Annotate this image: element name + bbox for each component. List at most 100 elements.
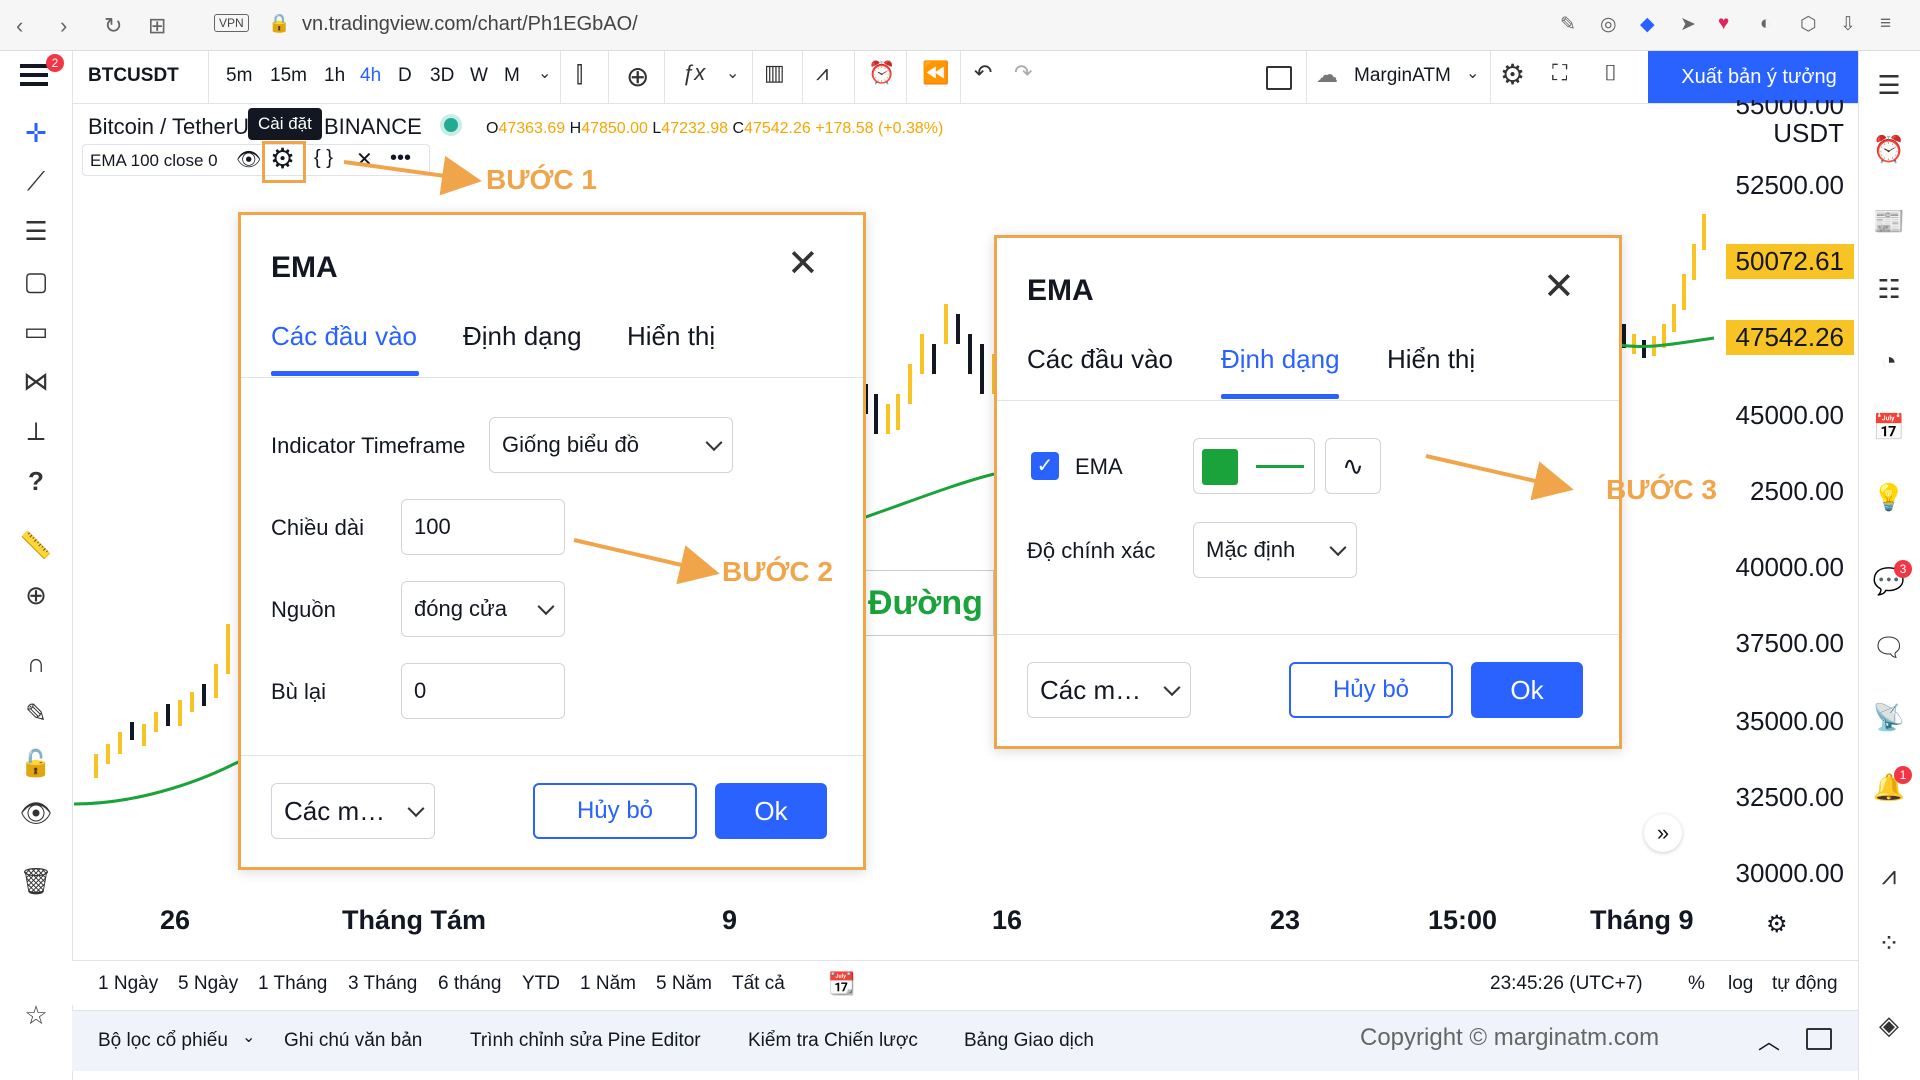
- source-select[interactable]: đóng cửa: [401, 581, 565, 637]
- chevron-down-icon[interactable]: ⌄: [242, 1027, 255, 1047]
- range-1d[interactable]: 1 Ngày: [98, 973, 158, 995]
- fullscreen-icon[interactable]: ⛶: [1552, 60, 1567, 86]
- chevron-up-icon[interactable]: ︿: [1758, 1024, 1780, 1056]
- plot-type-select[interactable]: ∿: [1325, 438, 1381, 494]
- ok-button[interactable]: Ok: [1471, 662, 1583, 718]
- back-icon[interactable]: ‹: [16, 13, 23, 39]
- camera-icon[interactable]: ◎: [1600, 13, 1617, 36]
- publish-idea-button[interactable]: Xuất bản ý tưởng: [1648, 51, 1870, 103]
- close-icon[interactable]: ✕: [787, 241, 819, 286]
- settings-gear-icon[interactable]: ⚙: [1500, 58, 1525, 91]
- cancel-button[interactable]: Hủy bỏ: [533, 783, 697, 839]
- tab-trading-panel[interactable]: Bảng Giao dịch: [964, 1030, 1094, 1052]
- timeframe-select[interactable]: Giống biểu đồ: [489, 417, 733, 473]
- eye-icon[interactable]: 👁: [16, 798, 56, 829]
- auto-toggle[interactable]: tự động: [1772, 973, 1838, 995]
- alert-icon[interactable]: ⏰: [868, 60, 895, 86]
- range-3m[interactable]: 3 Tháng: [348, 973, 417, 995]
- send-icon[interactable]: ➤: [1680, 13, 1696, 36]
- tab-visibility[interactable]: Hiển thị: [1387, 344, 1475, 375]
- ema-visible-checkbox[interactable]: ✓: [1031, 452, 1059, 480]
- replay-icon[interactable]: ⏪: [922, 60, 949, 86]
- tab-stock-screener[interactable]: Bộ lọc cổ phiếu: [98, 1030, 228, 1052]
- interval-1h[interactable]: 1h: [324, 65, 345, 87]
- more-options-icon[interactable]: •••: [390, 147, 411, 170]
- lock-drawing-icon[interactable]: ✎: [16, 698, 56, 729]
- browser-menu-icon[interactable]: ≡: [1880, 13, 1891, 35]
- fib-icon[interactable]: ☰: [16, 216, 56, 247]
- symbol-search[interactable]: BTCUSDT: [88, 65, 179, 87]
- visibility-eye-icon[interactable]: 👁: [236, 147, 261, 172]
- reload-icon[interactable]: ↻: [104, 13, 122, 39]
- interval-d[interactable]: D: [398, 65, 412, 87]
- tab-inputs[interactable]: Các đầu vào: [1027, 344, 1173, 375]
- dom-icon[interactable]: ⁘: [1868, 928, 1910, 959]
- trash-icon[interactable]: 🗑: [16, 866, 56, 897]
- interval-5m[interactable]: 5m: [226, 65, 252, 87]
- axis-settings-gear-icon[interactable]: ⚙: [1766, 910, 1788, 939]
- compare-plus-icon[interactable]: ⊕: [626, 60, 649, 93]
- alerts-clock-icon[interactable]: ⏰: [1868, 134, 1910, 165]
- crosshair-icon[interactable]: ✛: [16, 118, 56, 149]
- forward-icon[interactable]: ›: [60, 13, 67, 39]
- shield-icon[interactable]: ◆: [1640, 13, 1655, 36]
- maximize-panel-icon[interactable]: [1806, 1028, 1832, 1050]
- zoom-in-icon[interactable]: ⊕: [16, 580, 56, 611]
- hamburger-menu-icon[interactable]: [20, 64, 48, 86]
- remove-indicator-icon[interactable]: ✕: [356, 147, 373, 172]
- redo-icon[interactable]: ↷: [1014, 60, 1032, 86]
- extension-icon[interactable]: ◐: [1760, 13, 1771, 35]
- lock-all-icon[interactable]: 🔓: [16, 748, 56, 779]
- close-icon[interactable]: ✕: [1543, 264, 1575, 309]
- calendar-icon[interactable]: 📅: [1868, 412, 1910, 443]
- defaults-dropdown[interactable]: Các m…: [1027, 662, 1191, 718]
- edit-icon[interactable]: ✎: [1560, 13, 1576, 36]
- layout-name[interactable]: MarginATM: [1354, 65, 1451, 87]
- layout-icon[interactable]: [1266, 66, 1292, 90]
- indicator-settings-gear-icon[interactable]: ⚙: [270, 142, 295, 175]
- watchlist-icon[interactable]: ☰: [1868, 70, 1910, 101]
- interval-3d[interactable]: 3D: [430, 65, 454, 87]
- trading-panel-icon[interactable]: ⩘: [1868, 860, 1910, 892]
- price-unit[interactable]: USDT: [1773, 118, 1844, 149]
- interval-4h[interactable]: 4h: [360, 65, 381, 87]
- chevron-down-icon[interactable]: ⌄: [726, 63, 739, 83]
- range-5y[interactable]: 5 Năm: [656, 973, 712, 995]
- ruler-icon[interactable]: 📏: [16, 530, 56, 561]
- layers-icon[interactable]: ◈: [1868, 1010, 1910, 1041]
- chevron-down-icon[interactable]: ⌄: [538, 63, 551, 83]
- chevron-down-icon[interactable]: ⌄: [1466, 63, 1479, 83]
- address-bar[interactable]: vn.tradingview.com/chart/Ph1EGbAO/: [302, 13, 638, 36]
- screenshot-camera-icon[interactable]: ⌷: [1604, 60, 1617, 86]
- text-annotation-icon[interactable]: ▭: [16, 316, 56, 347]
- range-1y[interactable]: 1 Năm: [580, 973, 636, 995]
- bar-type-icon[interactable]: ⫿: [576, 62, 583, 88]
- news-icon[interactable]: 📰: [1868, 206, 1910, 237]
- templates-icon[interactable]: ⩘: [816, 60, 828, 86]
- magnet-icon[interactable]: ∩: [16, 648, 56, 679]
- undo-icon[interactable]: ↶: [974, 60, 992, 86]
- defaults-dropdown[interactable]: Các m…: [271, 783, 435, 839]
- indicators-fx-icon[interactable]: ƒx: [682, 60, 705, 86]
- tabs-grid-icon[interactable]: ⊞: [148, 13, 166, 39]
- object-tree-icon[interactable]: ☷: [1868, 274, 1910, 305]
- heart-icon[interactable]: ♥: [1718, 13, 1729, 35]
- streams-icon[interactable]: 📡: [1868, 702, 1910, 733]
- scroll-to-realtime-icon[interactable]: »: [1644, 814, 1682, 852]
- range-6m[interactable]: 6 tháng: [438, 973, 501, 995]
- range-5d[interactable]: 5 Ngày: [178, 973, 238, 995]
- offset-input[interactable]: 0: [401, 663, 565, 719]
- financials-icon[interactable]: ▥: [764, 60, 785, 86]
- tab-text-notes[interactable]: Ghi chú văn bản: [284, 1030, 422, 1052]
- cancel-button[interactable]: Hủy bỏ: [1289, 662, 1453, 718]
- interval-15m[interactable]: 15m: [270, 65, 307, 87]
- tab-style[interactable]: Định dạng: [1221, 344, 1340, 375]
- ema-color-picker[interactable]: [1193, 438, 1315, 494]
- tab-style[interactable]: Định dạng: [463, 321, 582, 352]
- range-1m[interactable]: 1 Tháng: [258, 973, 327, 995]
- data-window-icon[interactable]: ◔: [1868, 346, 1910, 377]
- trendline-icon[interactable]: ⟋: [16, 166, 56, 198]
- favorite-star-icon[interactable]: ☆: [16, 1000, 56, 1031]
- indicator-title[interactable]: EMA 100 close 0: [90, 151, 218, 171]
- precision-select[interactable]: Mặc định: [1193, 522, 1357, 578]
